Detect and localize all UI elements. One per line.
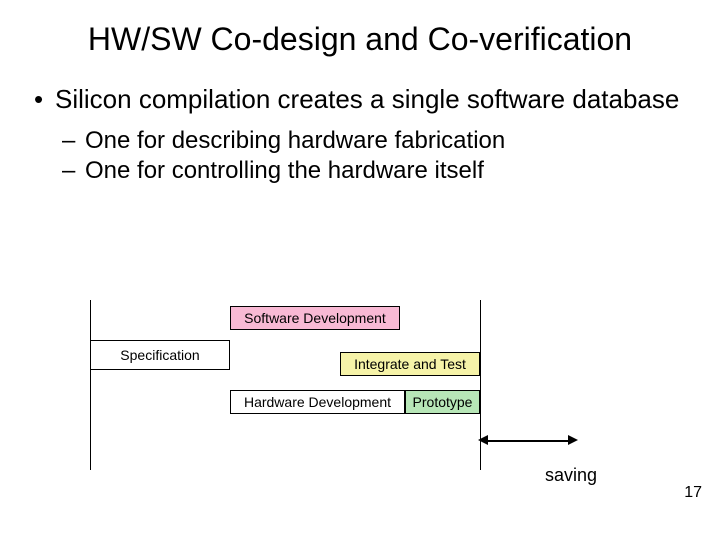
timeline-start-line: [90, 300, 91, 470]
saving-arrow-line: [485, 440, 570, 442]
slide-title: HW/SW Co-design and Co-verification: [0, 0, 720, 68]
page-number: 17: [684, 484, 702, 502]
software-dev-box: Software Development: [230, 306, 400, 330]
saving-arrow-right-icon: [568, 435, 578, 445]
bullet-sub-2: One for controlling the hardware itself: [30, 156, 690, 186]
prototype-label: Prototype: [413, 394, 473, 410]
saving-label: saving: [545, 465, 597, 486]
hardware-dev-label: Hardware Development: [244, 394, 391, 410]
saving-arrow-left-icon: [478, 435, 488, 445]
bullet-sub-1: One for describing hardware fabrication: [30, 126, 690, 156]
software-dev-label: Software Development: [244, 310, 386, 326]
integrate-test-label: Integrate and Test: [354, 356, 466, 372]
integrate-test-box: Integrate and Test: [340, 352, 480, 376]
prototype-box: Prototype: [405, 390, 480, 414]
bullet-main: Silicon compilation creates a single sof…: [30, 83, 690, 116]
slide-content: Silicon compilation creates a single sof…: [0, 68, 720, 186]
specification-box: Specification: [90, 340, 230, 370]
hardware-dev-box: Hardware Development: [230, 390, 405, 414]
specification-label: Specification: [120, 347, 199, 363]
process-diagram: Specification Software Development Integ…: [90, 300, 630, 500]
